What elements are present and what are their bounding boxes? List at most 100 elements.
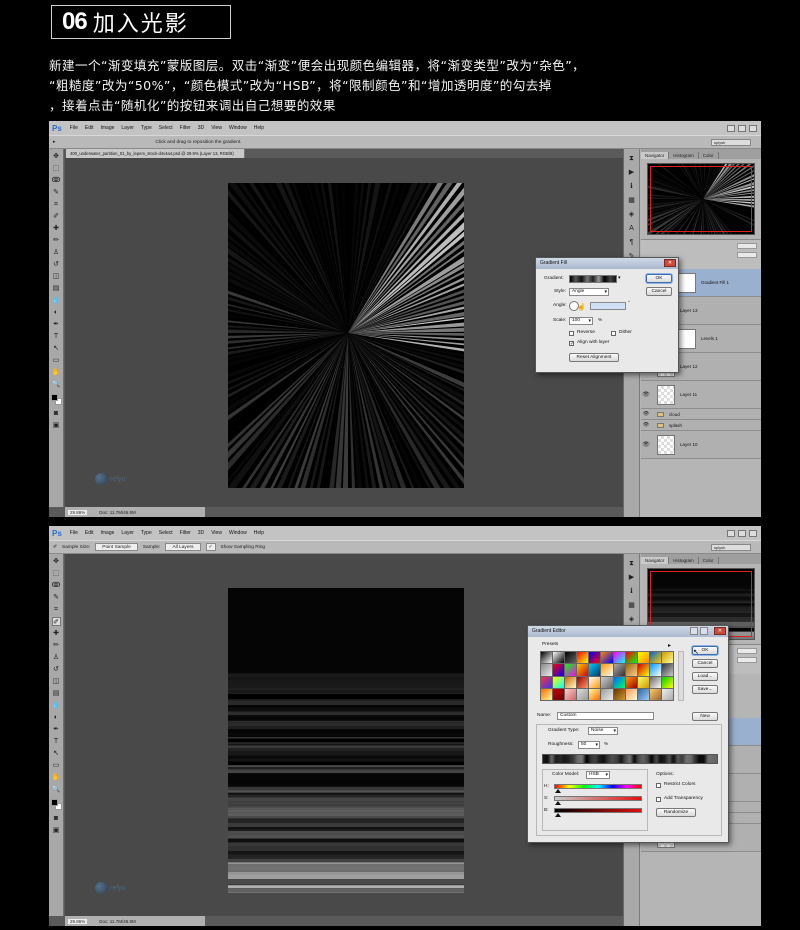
eyedropper-tool-icon[interactable]: ✐	[51, 617, 61, 626]
brush-tool-icon[interactable]: ✏	[52, 641, 61, 650]
history-brush-icon[interactable]: ↺	[52, 665, 61, 674]
preset-swatch[interactable]	[613, 652, 625, 664]
presets-grid[interactable]	[540, 651, 674, 701]
path-select-icon[interactable]: ↖	[52, 344, 61, 353]
shape-tool-icon[interactable]: ▭	[52, 356, 61, 365]
preset-swatch[interactable]	[637, 688, 649, 700]
history-brush-icon[interactable]: ↺	[52, 260, 61, 269]
gradient-editor-titlebar[interactable]: Gradient Editor ✕	[528, 626, 728, 637]
preset-swatch[interactable]	[601, 676, 613, 688]
preset-swatch[interactable]	[649, 652, 661, 664]
presets-scrollbar[interactable]	[678, 651, 684, 701]
preset-swatch[interactable]	[541, 652, 553, 664]
menu-file[interactable]: File	[70, 530, 78, 536]
preset-swatch[interactable]	[553, 688, 565, 700]
document-canvas-noise-gradient[interactable]	[228, 588, 464, 893]
restrict-colors-checkbox[interactable]	[656, 783, 661, 788]
preset-swatch[interactable]	[589, 688, 601, 700]
color-model-select[interactable]: HSB	[586, 771, 610, 779]
tab-histogram[interactable]: Histogram	[669, 557, 699, 564]
show-ring-checkbox[interactable]: ✓	[205, 543, 216, 551]
pen-tool-icon[interactable]: ✒	[52, 725, 61, 734]
preset-swatch[interactable]	[625, 676, 637, 688]
screen-mode-icon[interactable]: ▣	[52, 826, 61, 835]
close-icon[interactable]	[749, 529, 757, 537]
fill-field[interactable]	[737, 252, 757, 258]
marquee-tool-icon[interactable]: ⬚	[52, 569, 61, 578]
close-icon[interactable]: ✕	[664, 259, 676, 267]
menu-3d[interactable]: 3D	[198, 125, 204, 131]
preset-swatch[interactable]	[661, 652, 673, 664]
zoom-level[interactable]: 29.86%	[68, 509, 88, 515]
navigator-preview[interactable]	[544, 121, 761, 345]
zoom-level[interactable]: 29.86%	[68, 918, 88, 924]
preset-swatch[interactable]	[637, 652, 649, 664]
reverse-checkbox[interactable]	[569, 331, 574, 336]
quick-select-icon[interactable]: ✎	[52, 188, 61, 197]
menu-type[interactable]: Type	[141, 125, 152, 131]
angle-field[interactable]	[590, 302, 626, 310]
opacity-field[interactable]	[737, 243, 757, 249]
preset-swatch[interactable]	[637, 676, 649, 688]
preset-swatch[interactable]	[613, 688, 625, 700]
preset-swatch[interactable]	[589, 664, 601, 676]
menu-image[interactable]: Image	[100, 530, 114, 536]
preset-swatch[interactable]	[553, 676, 565, 688]
maximize-icon[interactable]	[700, 627, 708, 635]
layer-row[interactable]: 👁 cloud	[641, 409, 761, 420]
tab-navigator[interactable]: Navigator	[641, 152, 670, 159]
eraser-tool-icon[interactable]: ◫	[52, 272, 61, 281]
menu-filter[interactable]: Filter	[180, 530, 191, 536]
info-icon[interactable]: ℹ	[627, 182, 636, 191]
close-icon[interactable]	[749, 124, 757, 132]
minimize-icon[interactable]	[690, 627, 698, 635]
preset-swatch[interactable]	[577, 688, 589, 700]
minimize-icon[interactable]	[727, 529, 735, 537]
eraser-tool-icon[interactable]: ◫	[52, 677, 61, 686]
preset-swatch[interactable]	[661, 688, 673, 700]
gradient-type-select[interactable]: Noise	[588, 727, 618, 735]
ok-button[interactable]: OK	[646, 274, 672, 283]
hand-tool-icon[interactable]: ✋	[52, 368, 61, 377]
workspace-field[interactable]: splysh	[711, 138, 751, 146]
hue-slider[interactable]	[554, 784, 642, 789]
menu-help[interactable]: Help	[254, 125, 264, 131]
quick-mask-icon[interactable]: ◙	[52, 814, 61, 823]
preset-swatch[interactable]	[553, 664, 565, 676]
close-icon[interactable]: ✕	[714, 627, 726, 635]
blur-tool-icon[interactable]: 💧	[52, 701, 61, 710]
reset-alignment-button[interactable]: Reset Alignment	[569, 353, 619, 362]
gradient-fill-titlebar[interactable]: Gradient Fill ✕	[536, 258, 678, 269]
preset-swatch[interactable]	[649, 676, 661, 688]
visibility-eye-icon[interactable]: 👁	[641, 441, 651, 448]
menu-type[interactable]: Type	[141, 530, 152, 536]
document-canvas-angle-gradient[interactable]	[228, 183, 464, 488]
sample-size-select[interactable]: Point Sample	[95, 543, 138, 551]
cancel-button[interactable]: Cancel	[646, 287, 672, 296]
tab-histogram[interactable]: Histogram	[669, 152, 699, 159]
menu-select[interactable]: Select	[159, 125, 173, 131]
dodge-tool-icon[interactable]: ◐	[52, 713, 61, 722]
preset-swatch[interactable]	[565, 676, 577, 688]
type-tool-icon[interactable]: T	[52, 737, 61, 746]
menu-help[interactable]: Help	[254, 530, 264, 536]
preset-swatch[interactable]	[601, 652, 613, 664]
zoom-tool-icon[interactable]: 🔍	[52, 785, 61, 794]
brightness-slider[interactable]	[554, 808, 642, 813]
workspace-field[interactable]: splysh	[711, 543, 751, 551]
healing-tool-icon[interactable]: ✚	[52, 629, 61, 638]
preset-swatch[interactable]	[565, 664, 577, 676]
preset-swatch[interactable]	[613, 664, 625, 676]
crop-tool-icon[interactable]: ⌗	[52, 605, 61, 614]
menu-view[interactable]: View	[211, 125, 222, 131]
gradient-dropdown-icon[interactable]: ▾	[618, 275, 621, 281]
lasso-tool-icon[interactable]: ↂ	[52, 176, 61, 185]
gradient-tool-icon[interactable]: ▤	[52, 284, 61, 293]
preset-swatch[interactable]	[565, 688, 577, 700]
styles-icon[interactable]: ◈	[627, 210, 636, 219]
preset-swatch[interactable]	[541, 676, 553, 688]
preset-swatch[interactable]	[565, 652, 577, 664]
saturation-slider[interactable]	[554, 796, 642, 801]
roughness-field[interactable]: 50	[578, 741, 600, 749]
tab-navigator[interactable]: Navigator	[641, 557, 670, 564]
